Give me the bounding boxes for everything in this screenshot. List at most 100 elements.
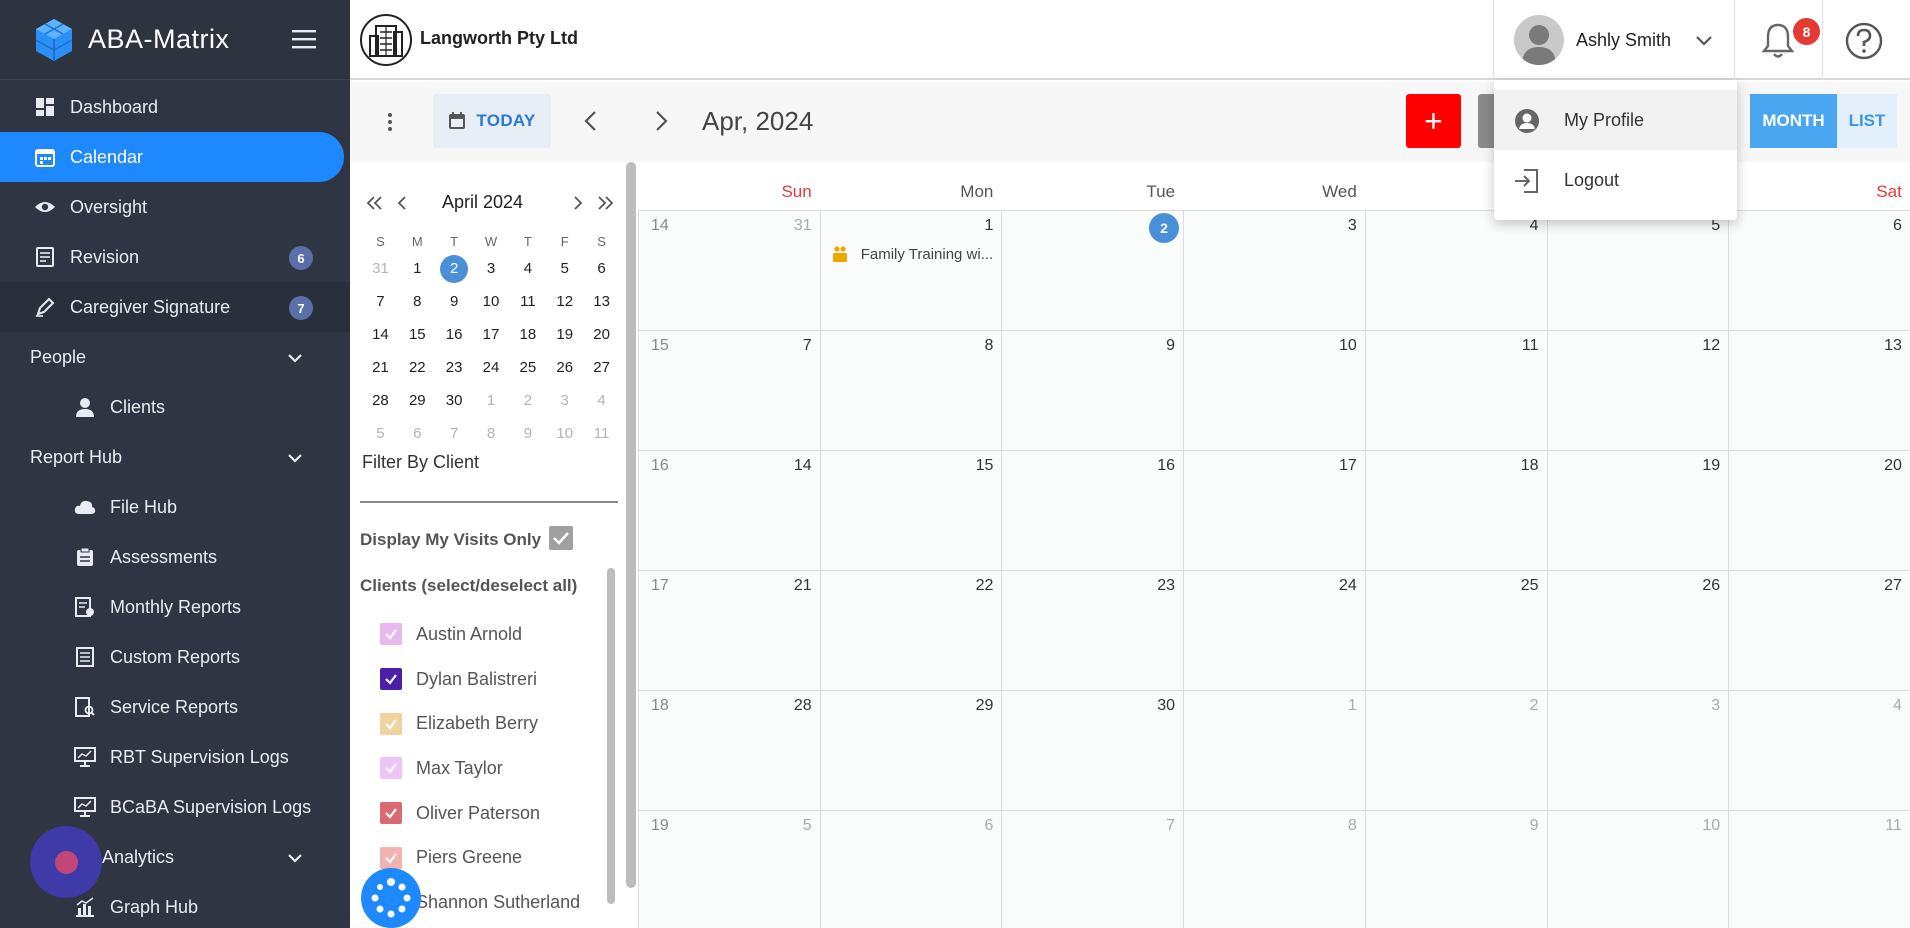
- my-profile-menu-item[interactable]: My Profile: [1494, 90, 1737, 150]
- calendar-day-cell[interactable]: 19: [1546, 451, 1729, 571]
- view-list-button[interactable]: LIST: [1837, 94, 1897, 148]
- double-chevron-left-icon[interactable]: [364, 192, 384, 214]
- chevron-left-icon[interactable]: [392, 192, 412, 214]
- mini-day[interactable]: 29: [399, 392, 436, 409]
- mini-day[interactable]: 11: [509, 293, 546, 310]
- assistant-bubble-button[interactable]: [30, 826, 102, 898]
- sidebar-item-caregiver-signature[interactable]: Caregiver Signature 7: [0, 282, 350, 332]
- client-checkbox[interactable]: [380, 846, 402, 869]
- calendar-day-cell[interactable]: 25: [1364, 571, 1547, 691]
- mini-day[interactable]: 22: [399, 359, 436, 376]
- sidebar-section-people[interactable]: People: [0, 332, 350, 382]
- calendar-day-cell[interactable]: 17 21: [638, 571, 820, 691]
- client-checkbox[interactable]: [380, 802, 402, 825]
- mini-day[interactable]: 9: [509, 425, 546, 442]
- today-button[interactable]: TODAY: [433, 94, 551, 148]
- mini-day[interactable]: 8: [473, 425, 510, 442]
- calendar-day-cell[interactable]: 8: [1183, 811, 1365, 928]
- double-chevron-right-icon[interactable]: [596, 192, 616, 214]
- sidebar-item-oversight[interactable]: Oversight: [0, 182, 350, 232]
- client-filter-item[interactable]: Oliver Paterson: [380, 791, 580, 836]
- calendar-day-cell[interactable]: 11: [1728, 811, 1910, 928]
- calendar-day-cell[interactable]: 27: [1728, 571, 1910, 691]
- calendar-day-cell[interactable]: 30: [1001, 691, 1184, 811]
- calendar-day-cell[interactable]: 1 Family Training wi...: [819, 211, 1002, 331]
- calendar-day-cell[interactable]: 2: [1364, 691, 1547, 811]
- client-checkbox[interactable]: [380, 623, 402, 646]
- mini-day[interactable]: 7: [362, 293, 399, 310]
- sidebar-item-assessments[interactable]: Assessments: [0, 532, 350, 582]
- mini-day[interactable]: 26: [546, 359, 583, 376]
- calendar-day-cell[interactable]: 18 28: [638, 691, 820, 811]
- calendar-day-cell[interactable]: 5: [1546, 211, 1729, 331]
- chevron-right-icon[interactable]: [648, 108, 674, 134]
- bell-icon[interactable]: [1760, 22, 1796, 60]
- mini-day[interactable]: 27: [583, 359, 620, 376]
- more-vertical-icon[interactable]: [378, 110, 402, 134]
- mini-day[interactable]: 6: [583, 260, 620, 277]
- mini-day[interactable]: 13: [583, 293, 620, 310]
- mini-day[interactable]: 15: [399, 326, 436, 343]
- clients-select-all[interactable]: Clients (select/deselect all): [360, 576, 577, 596]
- client-checkbox[interactable]: [380, 757, 402, 780]
- view-month-button[interactable]: MONTH: [1750, 94, 1837, 148]
- sidebar-item-rbt-supervision-logs[interactable]: RBT Supervision Logs: [0, 732, 350, 782]
- calendar-day-cell[interactable]: 4: [1364, 211, 1547, 331]
- calendar-day-cell[interactable]: 1: [1183, 691, 1365, 811]
- calendar-day-cell[interactable]: 9: [1364, 811, 1547, 928]
- calendar-day-cell[interactable]: 12: [1546, 331, 1729, 451]
- mini-day[interactable]: 8: [399, 293, 436, 310]
- left-pane-scrollbar[interactable]: [626, 162, 636, 888]
- mini-day[interactable]: 10: [473, 293, 510, 310]
- sidebar-item-bcaba-supervision-logs[interactable]: BCaBA Supervision Logs: [0, 782, 350, 832]
- calendar-day-cell[interactable]: 24: [1183, 571, 1365, 691]
- mini-day[interactable]: 6: [399, 425, 436, 442]
- calendar-day-cell[interactable]: 7: [1001, 811, 1184, 928]
- client-checkbox[interactable]: [380, 712, 402, 735]
- calendar-day-cell[interactable]: 29: [819, 691, 1002, 811]
- help-button[interactable]: [1822, 0, 1910, 80]
- chevron-right-icon[interactable]: [568, 192, 588, 214]
- client-checkbox[interactable]: [380, 668, 402, 691]
- calendar-day-cell[interactable]: 10: [1183, 331, 1365, 451]
- mini-day[interactable]: 4: [509, 260, 546, 277]
- calendar-day-cell[interactable]: 11: [1364, 331, 1547, 451]
- mini-day[interactable]: 3: [473, 260, 510, 277]
- mini-day[interactable]: 3: [546, 392, 583, 409]
- calendar-day-cell[interactable]: 22: [819, 571, 1002, 691]
- mini-day[interactable]: 17: [473, 326, 510, 343]
- mini-day[interactable]: 25: [509, 359, 546, 376]
- mini-day[interactable]: 1: [473, 392, 510, 409]
- mini-day[interactable]: 30: [436, 392, 473, 409]
- mini-day[interactable]: 4: [583, 392, 620, 409]
- mini-day[interactable]: 19: [546, 326, 583, 343]
- calendar-day-cell[interactable]: 15: [819, 451, 1002, 571]
- chevron-left-icon[interactable]: [578, 108, 604, 134]
- logout-menu-item[interactable]: Logout: [1494, 150, 1737, 210]
- client-filter-item[interactable]: Elizabeth Berry: [380, 701, 580, 746]
- calendar-day-cell[interactable]: 4: [1728, 691, 1910, 811]
- mini-day[interactable]: 20: [583, 326, 620, 343]
- calendar-day-cell[interactable]: 9: [1001, 331, 1184, 451]
- calendar-day-cell[interactable]: 10: [1546, 811, 1729, 928]
- mini-day[interactable]: 10: [546, 425, 583, 442]
- calendar-day-cell[interactable]: 6: [819, 811, 1002, 928]
- sidebar-item-calendar[interactable]: Calendar: [0, 132, 344, 182]
- mini-day[interactable]: 24: [473, 359, 510, 376]
- client-filter-item[interactable]: Austin Arnold: [380, 612, 580, 657]
- sidebar-item-clients[interactable]: Clients: [0, 382, 350, 432]
- mini-day[interactable]: 14: [362, 326, 399, 343]
- calendar-day-cell[interactable]: 3: [1183, 211, 1365, 331]
- client-filter-item[interactable]: Dylan Balistreri: [380, 657, 580, 702]
- client-filter-item[interactable]: Max Taylor: [380, 746, 580, 791]
- calendar-day-cell[interactable]: 8: [819, 331, 1002, 451]
- calendar-event[interactable]: Family Training wi...: [831, 245, 993, 263]
- sidebar-item-monthly-reports[interactable]: Monthly Reports: [0, 582, 350, 632]
- mini-day[interactable]: 28: [362, 392, 399, 409]
- calendar-day-cell[interactable]: 19 5: [638, 811, 820, 928]
- mini-day[interactable]: 18: [509, 326, 546, 343]
- hamburger-menu-icon[interactable]: [292, 28, 318, 50]
- sidebar-item-file-hub[interactable]: File Hub: [0, 482, 350, 532]
- mini-day[interactable]: 16: [436, 326, 473, 343]
- sidebar-item-dashboard[interactable]: Dashboard: [0, 82, 350, 132]
